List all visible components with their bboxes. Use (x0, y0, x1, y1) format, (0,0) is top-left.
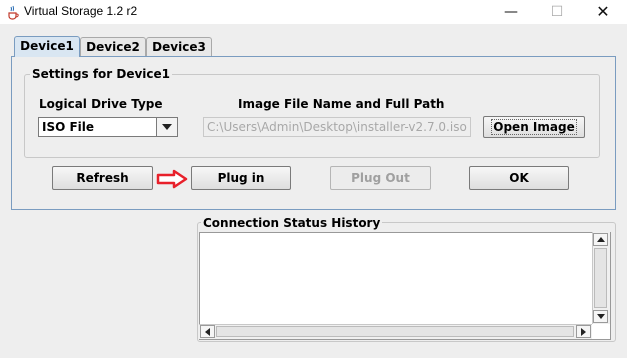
image-path-label: Image File Name and Full Path (238, 97, 445, 111)
scroll-down-button[interactable] (593, 310, 608, 323)
arrow-right-icon (581, 328, 586, 336)
ok-button[interactable]: OK (469, 166, 569, 190)
image-path-field[interactable]: C:\Users\Admin\Desktop\installer-v2.7.0.… (203, 117, 471, 137)
maximize-button[interactable]: ☐ (534, 0, 580, 24)
window-title: Virtual Storage 1.2 r2 (24, 4, 138, 18)
dropdown-button[interactable] (156, 118, 177, 136)
plug-out-button[interactable]: Plug Out (330, 166, 431, 190)
drive-type-select[interactable]: ISO File (38, 117, 178, 137)
scroll-left-button[interactable] (200, 325, 215, 338)
drive-type-value: ISO File (42, 120, 95, 134)
tab-device2[interactable]: Device2 (80, 37, 146, 56)
tab-device1[interactable]: Device1 (14, 36, 80, 57)
open-image-button[interactable]: Open Image (483, 116, 585, 138)
arrow-left-icon (205, 328, 210, 336)
red-arrow-icon (156, 169, 188, 192)
scroll-right-button[interactable] (576, 325, 591, 338)
tab-device3[interactable]: Device3 (146, 37, 212, 56)
plug-in-button[interactable]: Plug in (191, 166, 291, 190)
minimize-button[interactable]: — (488, 0, 534, 24)
vertical-scroll-thumb[interactable] (594, 248, 607, 308)
status-group-title: Connection Status History (201, 216, 383, 230)
refresh-button[interactable]: Refresh (52, 166, 153, 190)
drive-type-label: Logical Drive Type (39, 97, 163, 111)
scroll-up-button[interactable] (593, 233, 608, 246)
java-cup-icon (6, 4, 20, 20)
chevron-down-icon (162, 124, 172, 130)
arrow-up-icon (597, 237, 605, 242)
close-button[interactable]: ✕ (580, 0, 626, 24)
open-image-label: Open Image (491, 119, 577, 135)
arrow-down-icon (597, 314, 605, 319)
settings-group-title: Settings for Device1 (30, 67, 173, 81)
title-bar: Virtual Storage 1.2 r2 — ☐ ✕ (0, 0, 627, 24)
horizontal-scroll-thumb[interactable] (216, 326, 574, 337)
